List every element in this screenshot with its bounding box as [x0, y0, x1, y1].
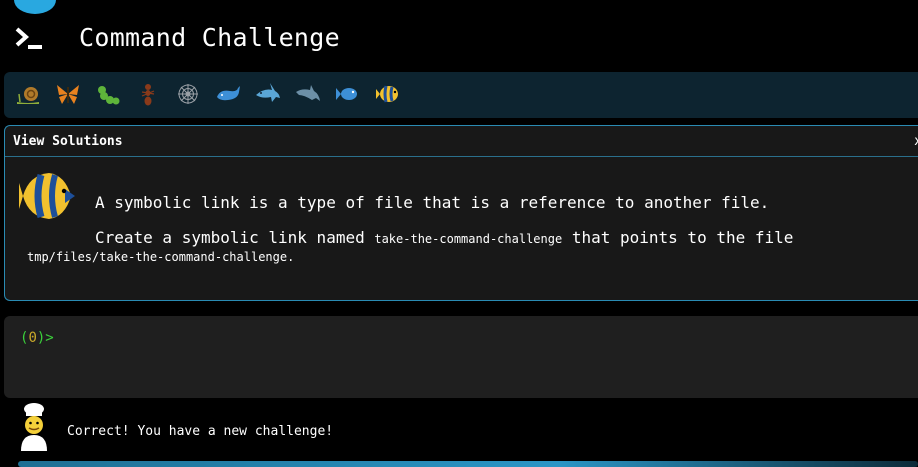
app-title: Command Challenge	[79, 23, 340, 52]
level-bar	[4, 72, 918, 118]
shark-icon[interactable]	[252, 78, 284, 110]
target-path-code: tmp/files/take-the-command-challenge.	[27, 250, 295, 264]
tropical-fish-icon	[19, 173, 75, 219]
app-header: Command Challenge	[0, 0, 918, 70]
link-name-code: take-the-command-challenge	[374, 232, 563, 246]
spider-web-icon[interactable]	[172, 78, 204, 110]
close-icon[interactable]: x	[914, 134, 918, 149]
progress-bar	[18, 461, 918, 467]
terminal[interactable]: (0)>	[4, 316, 918, 398]
ant-icon[interactable]	[132, 78, 164, 110]
instruction-suffix: that points to the file	[562, 228, 794, 247]
terminal-input[interactable]	[64, 326, 888, 352]
prompt-exit-code: 0	[28, 330, 37, 346]
fish-icon[interactable]	[332, 78, 364, 110]
terminal-prompt: (0)>	[20, 330, 54, 346]
instruction-prefix: Create a symbolic link named	[95, 228, 375, 247]
view-solutions-panel: View Solutions x A symbolic link is a ty…	[4, 125, 918, 301]
challenge-description: A symbolic link is a type of file that i…	[95, 193, 770, 212]
tropical-fish-icon[interactable]	[372, 78, 404, 110]
butterfly-icon[interactable]	[52, 78, 84, 110]
panel-header: View Solutions x	[5, 126, 918, 157]
terminal-icon	[15, 27, 42, 49]
whale-icon[interactable]	[212, 78, 244, 110]
prompt-close: )>	[36, 330, 54, 346]
challenge-instruction: Create a symbolic link named take-the-co…	[95, 228, 793, 247]
caterpillar-icon[interactable]	[92, 78, 124, 110]
status-message: Correct! You have a new challenge!	[67, 424, 334, 439]
chef-icon	[21, 403, 47, 451]
dolphin-icon[interactable]	[292, 78, 324, 110]
view-solutions-button[interactable]: View Solutions	[13, 134, 123, 149]
snail-icon[interactable]	[12, 78, 44, 110]
